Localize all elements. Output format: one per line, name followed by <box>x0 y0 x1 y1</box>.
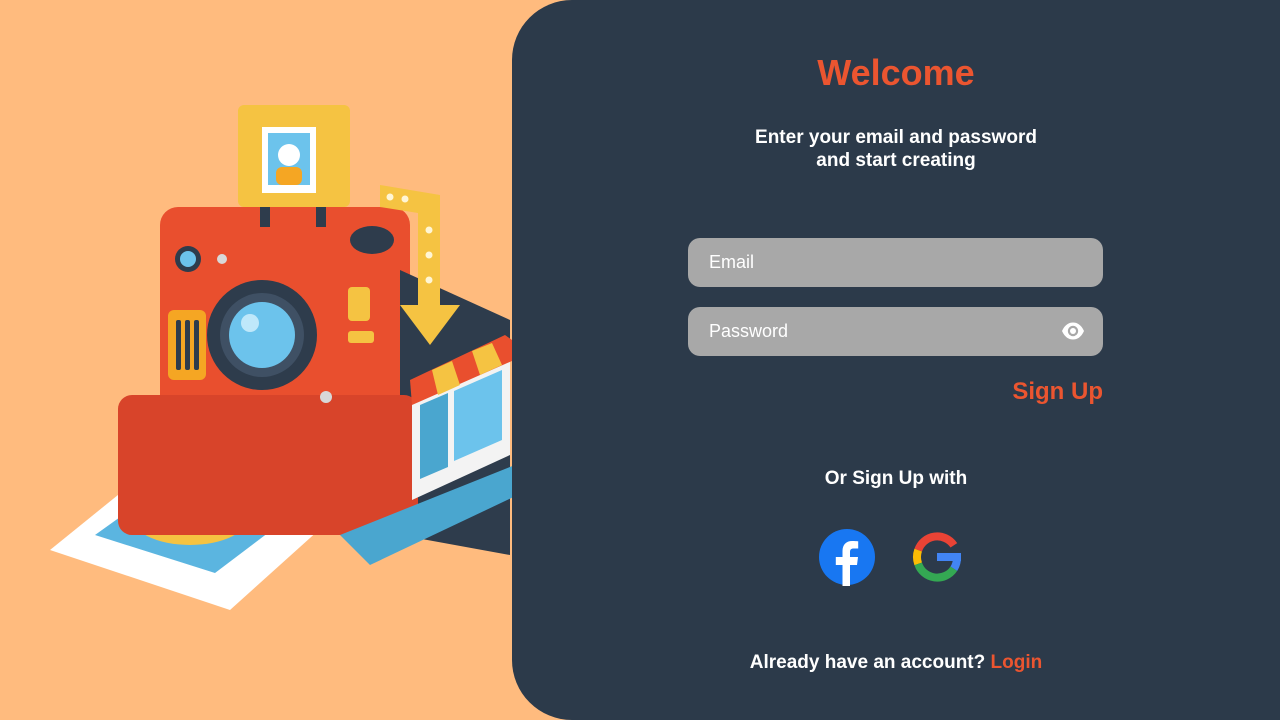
signup-panel: Welcome Enter your email and password an… <box>512 0 1280 720</box>
subtitle-line-2: and start creating <box>816 150 976 171</box>
login-link[interactable]: Login <box>991 652 1043 673</box>
login-prompt: Already have an account? Login <box>512 652 1280 674</box>
google-button[interactable] <box>908 528 966 586</box>
email-field[interactable] <box>688 238 1103 287</box>
signup-button[interactable]: Sign Up <box>1012 378 1103 406</box>
illustration-panel <box>0 0 573 720</box>
email-field-container <box>688 238 1103 287</box>
social-signup-label: Or Sign Up with <box>824 468 968 489</box>
eye-icon[interactable] <box>1061 321 1085 341</box>
page-title: Welcome <box>817 52 975 93</box>
google-icon <box>913 532 961 582</box>
password-field-container <box>688 307 1103 356</box>
subtitle: Enter your email and password and start … <box>512 126 1280 172</box>
facebook-icon <box>819 529 875 586</box>
login-question: Already have an account? <box>749 652 986 673</box>
subtitle-line-1: Enter your email and password <box>755 127 1037 148</box>
password-field[interactable] <box>688 307 1103 356</box>
facebook-button[interactable] <box>818 528 876 586</box>
